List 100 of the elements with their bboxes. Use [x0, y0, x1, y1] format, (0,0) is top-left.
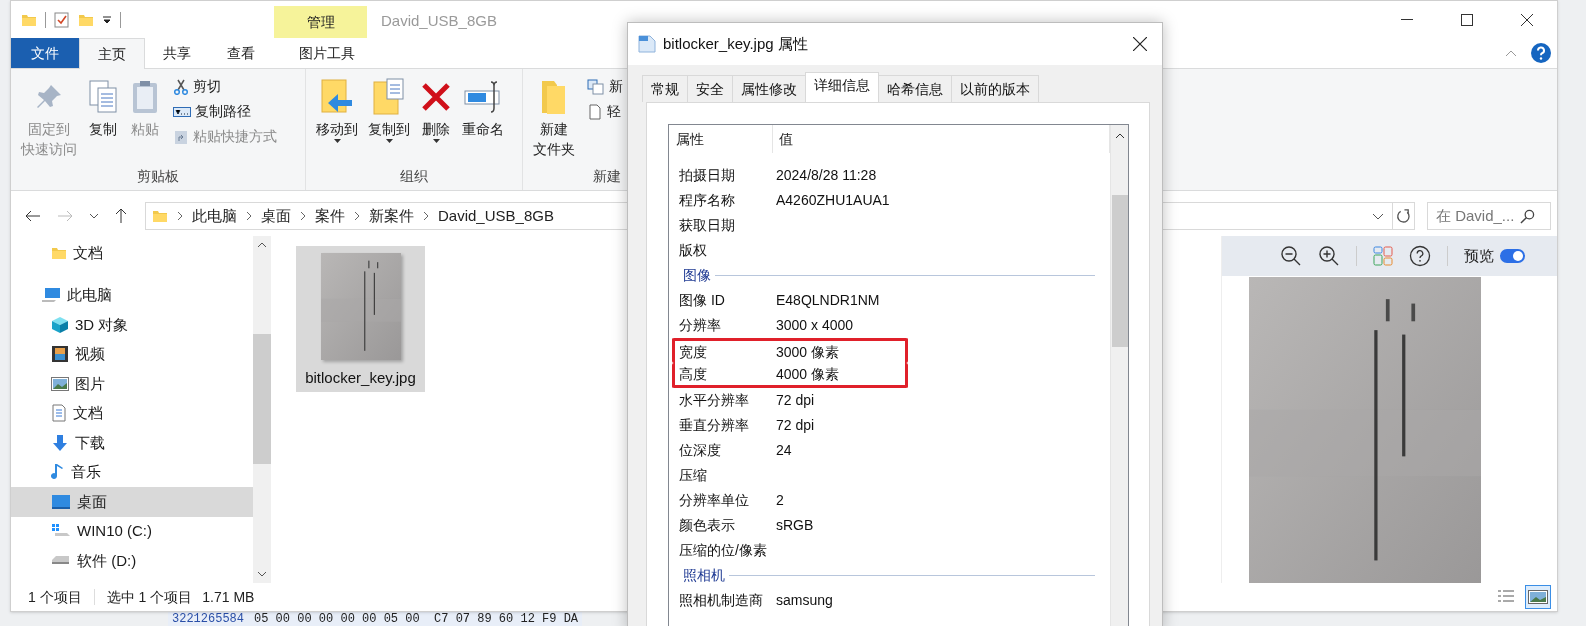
checkmark-icon[interactable] [54, 11, 70, 28]
help-icon[interactable] [1409, 245, 1431, 267]
ribbon-command[interactable]: 复制 [83, 75, 123, 166]
sidebar-item[interactable]: WIN10 (C:) [11, 516, 253, 546]
help-icon[interactable] [1531, 43, 1551, 63]
ribbon-group-label: 新建 [593, 167, 621, 186]
breadcrumb[interactable]: 案件 [315, 204, 345, 228]
search-field[interactable]: 在 David_... [1427, 202, 1551, 230]
ribbon-command[interactable]: 删除 [416, 75, 456, 166]
collapse-ribbon-icon[interactable] [1505, 49, 1517, 57]
property-name: 获取日期 [678, 216, 736, 235]
dialog-tab[interactable]: 常规 [642, 75, 688, 102]
chevron-right-icon [354, 211, 360, 221]
breadcrumb[interactable]: David_USB_8GB [438, 204, 554, 228]
ribbon-tab[interactable]: 图片工具 [280, 38, 373, 68]
file-name: bitlocker_key.jpg [304, 368, 417, 388]
property-name: 高度 [678, 364, 708, 384]
close-icon [1133, 37, 1147, 51]
property-value: samsung [776, 591, 833, 610]
property-name: 分辨率 [678, 316, 722, 335]
ribbon-command[interactable]: 重命名 [458, 75, 508, 166]
ribbon-command[interactable]: 剪切 [173, 75, 277, 98]
drive-icon [51, 556, 71, 566]
image-icon [51, 375, 69, 392]
pc-icon [41, 287, 61, 304]
large-icons-view-button[interactable] [1525, 585, 1551, 609]
property-value: 3000 x 4000 [776, 316, 854, 335]
sidebar-item[interactable]: 文档 [11, 238, 253, 268]
dialog-tab[interactable]: 详细信息 [805, 72, 879, 102]
property-name: 宽度 [678, 342, 708, 362]
chevron-right-icon [423, 211, 429, 221]
ribbon-command[interactable]: 移动到 [312, 75, 362, 166]
ribbon-tab[interactable]: 主页 [79, 38, 145, 69]
scroll-up-icon[interactable] [1114, 133, 1125, 139]
ribbon-command[interactable]: 新 [587, 75, 623, 98]
new-item-icon [587, 78, 605, 95]
sidebar-item[interactable]: 图片 [11, 369, 253, 399]
property-name: 图像 ID [678, 291, 726, 310]
film-icon [51, 345, 69, 364]
caret-icon[interactable] [102, 15, 112, 24]
refresh-icon[interactable] [1396, 208, 1411, 224]
property-name: 压缩的位/像素 [678, 541, 768, 560]
property-name: 垂直分辨率 [678, 416, 750, 435]
chevron-down-icon[interactable] [89, 213, 99, 219]
ribbon-command[interactable]: 轻 [587, 100, 623, 123]
up-icon[interactable] [115, 208, 127, 224]
property-name: 位深度 [678, 441, 722, 460]
path-icon [173, 104, 191, 119]
zoom-in-icon[interactable] [1318, 245, 1340, 267]
chevron-right-icon [300, 211, 306, 221]
copy-icon [87, 79, 119, 115]
maximize-icon [1461, 13, 1473, 26]
delete-icon [420, 81, 452, 113]
sidebar-item[interactable]: 软件 (D:) [11, 546, 253, 576]
sidebar-item[interactable]: 视频 [11, 339, 253, 369]
preview-label: 预览 [1464, 245, 1494, 266]
scrollbar-thumb[interactable] [253, 334, 271, 464]
ribbon-tab[interactable]: 共享 [145, 38, 209, 68]
property-value: A4260ZHU1AUA1 [776, 191, 890, 210]
list-icon [1497, 589, 1515, 605]
desktop-icon [51, 493, 71, 510]
caret-icon [333, 139, 341, 143]
preview-toggle[interactable] [1500, 249, 1525, 263]
back-icon[interactable] [25, 210, 41, 222]
column-header[interactable]: 属性 [669, 125, 773, 153]
folder-arrow-icon [320, 78, 354, 116]
sidebar-item[interactable]: 文档 [11, 398, 253, 428]
folder-icon [152, 208, 168, 224]
sidebar-item[interactable]: 桌面 [11, 487, 253, 517]
property-name: 分辨率单位 [678, 491, 750, 510]
search-icon [1520, 208, 1535, 224]
sidebar-item[interactable]: 此电脑 [11, 280, 253, 310]
sidebar-item[interactable]: 3D 对象 [11, 310, 253, 340]
file-tab[interactable]: 文件 [11, 38, 79, 68]
breadcrumb[interactable]: 桌面 [261, 204, 291, 228]
property-value: 2 [776, 491, 784, 510]
cube-icon [51, 315, 69, 334]
property-value: E48QLNDR1NM [776, 291, 880, 310]
breadcrumb[interactable]: 新案件 [369, 204, 414, 228]
ribbon-command[interactable]: 复制到 [364, 75, 414, 166]
section-heading: 图像 [683, 266, 711, 285]
sidebar-item[interactable]: 音乐 [11, 457, 253, 487]
rename-icon [463, 79, 503, 115]
chevron-down-icon[interactable] [1372, 212, 1384, 220]
property-value: 2024/8/28 11:28 [776, 166, 877, 185]
dialog-tab[interactable]: 以前的版本 [951, 75, 1039, 102]
zoom-out-icon[interactable] [1280, 245, 1302, 267]
scrollbar-thumb[interactable] [1111, 195, 1128, 347]
scroll-down-icon[interactable] [257, 571, 267, 577]
ribbon-command[interactable]: 新建 文件夹 [529, 75, 579, 166]
chevron-right-icon [246, 211, 252, 221]
sidebar-item[interactable]: 下载 [11, 428, 253, 458]
property-value: 4000 像素 [776, 364, 840, 384]
ribbon-tab[interactable]: 查看 [209, 38, 273, 68]
download-icon [51, 433, 69, 452]
breadcrumb[interactable]: 此电脑 [192, 204, 237, 228]
scroll-up-icon[interactable] [257, 242, 267, 248]
file-item[interactable]: bitlocker_key.jpg [296, 246, 425, 392]
dialog-title: bitlocker_key.jpg 属性 [663, 33, 808, 54]
ribbon-command[interactable]: 复制路径 [173, 100, 277, 123]
